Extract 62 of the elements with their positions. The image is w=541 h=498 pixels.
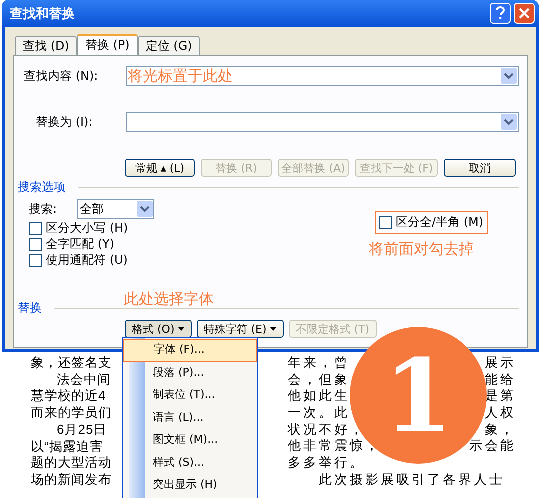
checkbox[interactable] xyxy=(29,222,42,234)
find-label: 查找内容 (N): xyxy=(23,68,100,84)
document-text: 展示 xyxy=(485,355,516,372)
document-text: 6月25日 xyxy=(56,422,108,439)
section-heading: 搜索选项 xyxy=(18,179,66,196)
checkbox-label: 区分大小写 (H) xyxy=(46,220,128,236)
dialog-button[interactable]: 常规 ▴ (L) xyxy=(125,159,195,177)
dialog-button[interactable]: 特殊字符 (E) xyxy=(196,320,284,338)
menu-item[interactable]: 段落 (P)... xyxy=(123,362,257,384)
checkbox[interactable] xyxy=(379,216,392,229)
checkbox-label: 使用通配符 (U) xyxy=(46,252,128,268)
window-title: 查找和替换 xyxy=(10,6,75,22)
document-text: 象，还签名支 xyxy=(31,355,112,372)
replace-label: 替换为 (I): xyxy=(35,114,94,130)
document-text: 会，但象 xyxy=(288,372,350,388)
replace-field[interactable] xyxy=(126,112,519,132)
dialog-button[interactable]: 取消 xyxy=(444,159,516,177)
document-text: 年来，曾 xyxy=(288,355,350,372)
document-text: 示会能 xyxy=(470,438,516,456)
menu-item[interactable]: 样式 (S)... xyxy=(123,452,257,474)
document-text: 场的新闻发布 xyxy=(31,472,112,489)
caret-icon xyxy=(178,327,185,331)
dropdown-icon[interactable] xyxy=(501,114,517,130)
search-scope-dropdown[interactable]: 全部 xyxy=(77,199,154,219)
document-text: 象， xyxy=(485,422,516,438)
help-icon[interactable] xyxy=(490,3,511,24)
checkbox[interactable] xyxy=(29,238,42,250)
document-text: 多多举行。 xyxy=(288,455,366,472)
checkbox-label: 全字匹配 (Y) xyxy=(46,236,115,252)
document-text: 一次。此 xyxy=(288,405,350,422)
tab[interactable]: 定位 (G) xyxy=(138,36,200,55)
tab[interactable]: 查找 (D) xyxy=(15,36,78,55)
document-text: 题的大型活动 xyxy=(31,455,112,472)
search-label: 搜索: xyxy=(29,200,58,218)
dropdown-icon[interactable] xyxy=(137,201,154,217)
document-text: 法会中间 xyxy=(56,372,111,388)
document-text: 此次摄影展吸引了各界人士 xyxy=(318,472,505,488)
document-text: 而来的学员们 xyxy=(31,405,112,422)
checkbox-label: 区分全/半角 (M) xyxy=(396,214,484,231)
document-text: 他非常震惊， xyxy=(288,438,381,456)
caret-icon xyxy=(270,327,277,331)
document-text: 以“揭露迫害 xyxy=(31,438,104,456)
menu-item[interactable]: 突出显示 (H) xyxy=(123,474,257,496)
menu-item[interactable]: 制表位 (T)... xyxy=(123,384,257,406)
dropdown-icon[interactable] xyxy=(501,68,517,84)
section-heading: 替换 xyxy=(18,300,42,317)
tab[interactable]: 替换 (P) xyxy=(77,34,138,56)
menu-item[interactable]: 字体 (F)... xyxy=(123,339,257,362)
document-text: 是第 xyxy=(485,388,516,406)
document-text: 能给 xyxy=(485,372,516,388)
find-value: 将光标置于此处 xyxy=(128,67,233,85)
close-icon[interactable] xyxy=(514,3,535,24)
document-text: 他如此生 xyxy=(288,388,350,406)
annotation-text: 将前面对勾去掉 xyxy=(369,240,475,259)
menu-item[interactable]: 语言 (L)... xyxy=(123,406,257,429)
document-text: 状况不好， xyxy=(288,422,366,438)
menu-item[interactable]: 图文框 (M)... xyxy=(123,429,257,452)
document-text: 人权 xyxy=(485,405,516,422)
annotation-text: 此处选择字体 xyxy=(124,290,215,308)
document-text: 慧学校的近4 xyxy=(31,388,106,406)
dialog-button[interactable]: 格式 (O) xyxy=(125,320,192,338)
checkbox[interactable] xyxy=(29,254,42,266)
